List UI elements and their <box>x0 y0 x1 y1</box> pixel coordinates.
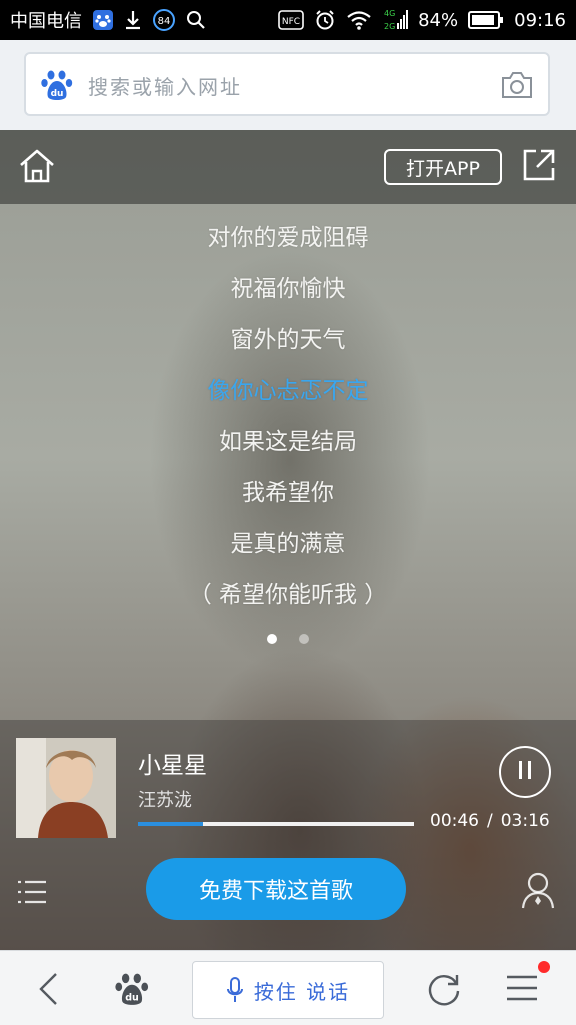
battery-percent: 84% <box>418 9 459 31</box>
singer-icon[interactable] <box>520 870 556 910</box>
page-dot-active[interactable] <box>267 634 277 644</box>
baidu-paw-icon[interactable]: du <box>40 68 74 102</box>
nfc-icon: NFC <box>278 9 304 31</box>
now-playing-panel: 小星星 汪苏泷 00:46 / 03:16 免费下载这首歌 <box>0 720 576 950</box>
notification-dot <box>538 961 550 973</box>
status-bar-right: NFC 4G 2G 84% 09:16 <box>278 0 566 40</box>
wifi-icon <box>346 9 372 31</box>
status-bar-left: 中国电信 84 <box>10 0 206 40</box>
download-icon <box>124 9 142 31</box>
lyric-line: （ 希望你能听我 ） <box>188 582 388 608</box>
pause-button[interactable] <box>499 746 551 798</box>
svg-text:du: du <box>51 89 64 99</box>
hold-to-talk-button[interactable]: 按住 说话 <box>192 961 384 1019</box>
progress-bar[interactable] <box>138 822 414 826</box>
song-artist: 汪苏泷 <box>138 790 192 811</box>
badge-number: 84 <box>158 16 171 27</box>
playback-time: 00:46 / 03:16 <box>430 811 550 831</box>
pause-icon <box>516 760 534 784</box>
album-cover[interactable] <box>16 738 116 838</box>
player-top-bar: 打开APP <box>0 130 576 204</box>
lyric-line: 对你的爱成阻碍 <box>207 225 369 251</box>
alarm-icon <box>314 9 336 31</box>
time-separator: / <box>487 811 493 831</box>
music-player: 打开APP 对你的爱成阻碍 祝福你愉快 窗外的天气 像你心忐忑不定 如果这是结局… <box>0 130 576 950</box>
clock: 09:16 <box>514 9 566 31</box>
lyric-line: 如果这是结局 <box>219 429 357 455</box>
baidu-app-icon <box>92 9 114 31</box>
lyrics-panel[interactable]: 对你的爱成阻碍 祝福你愉快 窗外的天气 像你心忐忑不定 如果这是结局 我希望你 … <box>0 216 576 624</box>
search-box[interactable]: du <box>24 52 550 116</box>
signal-icon: 4G 2G <box>382 7 409 33</box>
lyric-line: 窗外的天气 <box>230 327 346 353</box>
search-icon <box>186 10 206 30</box>
hold-to-talk-label: 按住 说话 <box>253 979 351 1004</box>
status-bar: 中国电信 84 NFC 4G 2G 84% 09:16 <box>0 0 576 40</box>
menu-icon[interactable] <box>504 971 540 1005</box>
open-app-button[interactable]: 打开APP <box>384 149 502 185</box>
current-time: 00:46 <box>430 811 479 831</box>
lyric-line-current: 像你心忐忑不定 <box>207 378 369 404</box>
home-icon[interactable] <box>18 148 56 184</box>
song-title: 小星星 <box>138 753 207 779</box>
page-dot[interactable] <box>299 634 309 644</box>
page-indicator <box>0 634 576 646</box>
nfc-label: NFC <box>282 17 300 27</box>
lyric-line: 祝福你愉快 <box>230 276 346 302</box>
battery-icon <box>468 10 504 30</box>
free-download-button[interactable]: 免费下载这首歌 <box>146 858 406 920</box>
refresh-icon[interactable] <box>426 971 462 1007</box>
browser-search-area: du <box>0 40 576 130</box>
notification-badge-icon: 84 <box>152 8 176 32</box>
network-2g: 2G <box>384 22 395 31</box>
mic-icon <box>226 976 244 1004</box>
search-input[interactable] <box>86 73 490 101</box>
lyric-line: 我希望你 <box>242 480 334 506</box>
carrier-name: 中国电信 <box>10 11 82 32</box>
network-4g: 4G <box>384 9 395 18</box>
share-icon[interactable] <box>522 148 556 182</box>
total-time: 03:16 <box>500 811 550 831</box>
svg-text:du: du <box>125 993 139 1004</box>
back-icon[interactable] <box>36 971 60 1007</box>
lyric-line: 是真的满意 <box>230 531 346 557</box>
browser-bottom-bar: du 按住 说话 <box>0 950 576 1025</box>
playlist-icon[interactable] <box>16 878 48 906</box>
progress-bar-fill <box>138 822 203 826</box>
baidu-paw-icon[interactable]: du <box>114 971 150 1007</box>
camera-icon[interactable] <box>500 70 534 100</box>
